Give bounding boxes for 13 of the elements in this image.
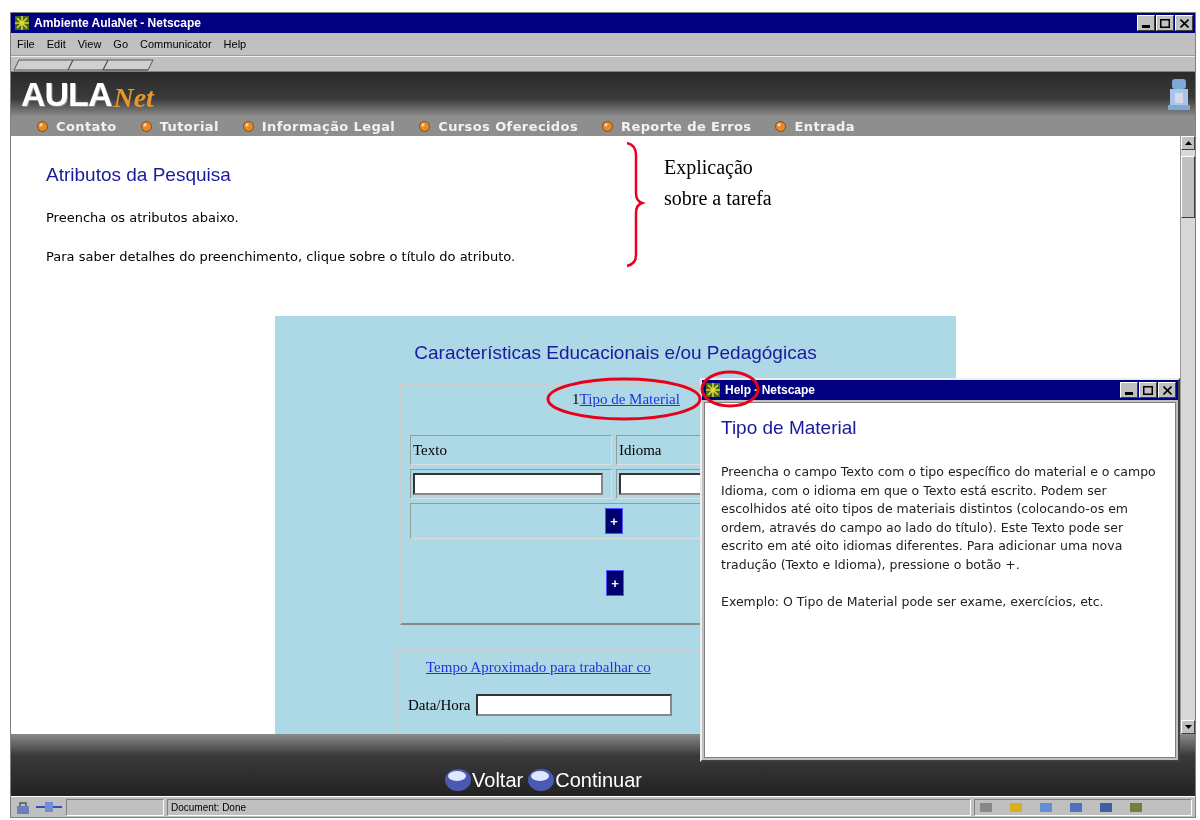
page-heading: Atributos da Pesquisa: [46, 164, 231, 186]
annotation-text: Explicação sobre a tarefa: [664, 155, 773, 211]
status-text: Document: Done: [171, 801, 247, 813]
window-title: Ambiente AulaNet - Netscape: [34, 16, 202, 30]
column-header: Texto: [410, 435, 612, 465]
field-label: Data/Hora: [408, 696, 471, 714]
order-number: 1: [572, 391, 580, 407]
help-text: Exemplo: O Tipo de Material pode ser exame, exercícios, etc.: [721, 593, 1105, 611]
form-title: Características Educacionais e/ou Pedagógicas: [414, 342, 817, 363]
instruction-text: Preencha os atributos abaixo.: [46, 210, 239, 225]
help-text: Preencha o campo Texto com o tipo específico do material e o campo Idioma, com o idioma em que o Texto está escrito. Podem ser escolhidos até oito tipos de materiais distintos (colocando-os em ordem, através do campo ao lado do título). Este Texto pode ser escrito em até oito idiomas diferentes. Para adicionar uma nova tradução (Texto e Idioma), pressione o botão +.: [721, 463, 1157, 574]
instruction-text: Para saber detalhes do preenchimento, clique sobre o título do atributo.: [46, 249, 516, 264]
aulanet-logo: AULANet: [21, 74, 154, 114]
